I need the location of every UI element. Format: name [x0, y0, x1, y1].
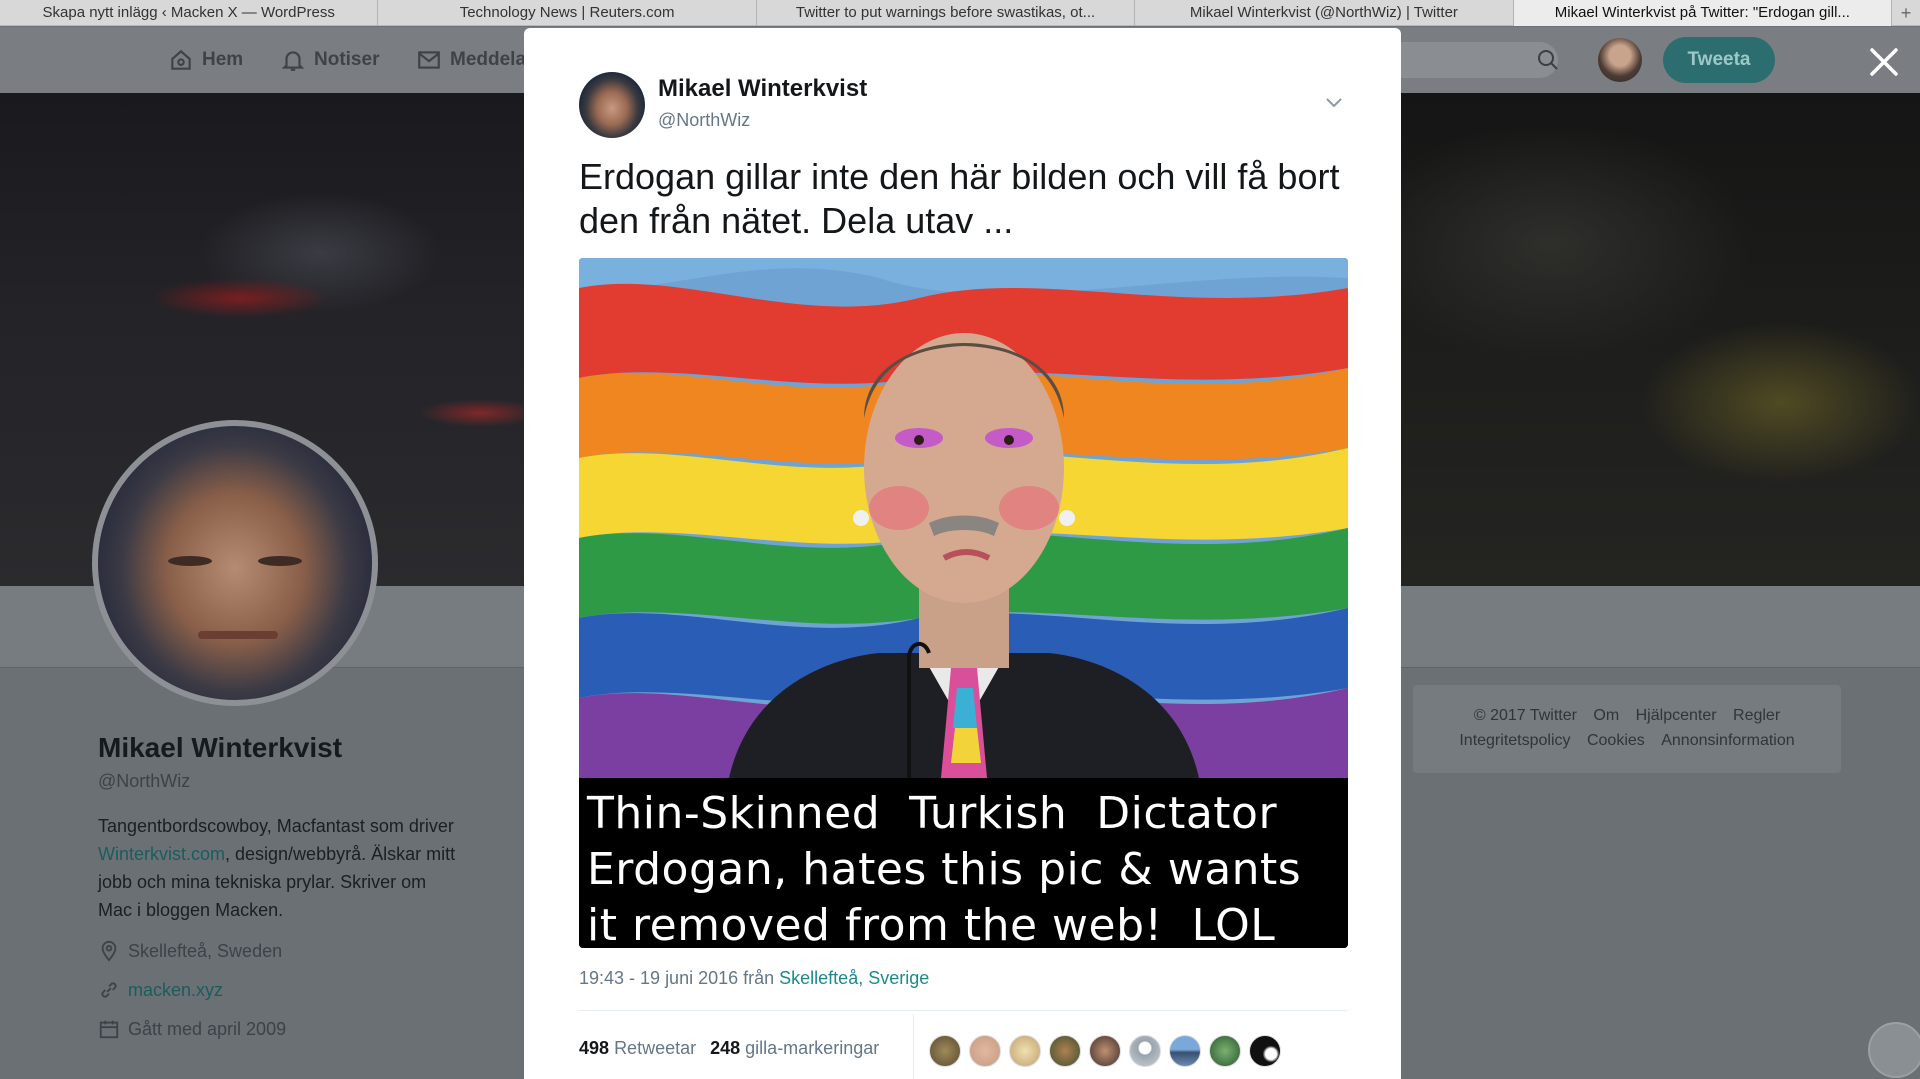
footer-link[interactable]: Integritetspolicy	[1459, 732, 1570, 749]
liker-avatar[interactable]	[1169, 1035, 1201, 1067]
browser-tab[interactable]: Mikael Winterkvist (@NorthWiz) | Twitter	[1135, 0, 1514, 26]
profile-bio-line: Mac i bloggen Macken.	[98, 900, 284, 920]
tweet-timestamp-text[interactable]: 19:43 - 19 juni 2016 från	[579, 968, 779, 988]
nav-user-avatar[interactable]	[1598, 38, 1642, 82]
location-pin-icon	[101, 940, 117, 962]
profile-handle: @NorthWiz	[98, 771, 191, 791]
nav-home[interactable]: Hem	[168, 27, 243, 93]
liker-avatar[interactable]	[1209, 1035, 1241, 1067]
footer-link[interactable]: © 2017 Twitter	[1474, 707, 1577, 724]
liker-avatar[interactable]	[929, 1035, 961, 1067]
footer-link[interactable]: Hjälpcenter	[1636, 707, 1717, 724]
tweet-timestamp: 19:43 - 19 juni 2016 från Skellefteå, Sv…	[579, 968, 929, 989]
profile-website[interactable]: macken.xyz	[98, 979, 223, 1001]
link-icon	[101, 982, 117, 998]
liker-avatar[interactable]	[1129, 1035, 1161, 1067]
profile-bio-line: Winterkvist.com, design/webbyrå. Älskar …	[98, 844, 456, 864]
image-caption: Thin-Skinned Turkish Dictator Erdogan, ha…	[579, 778, 1348, 948]
liker-avatar[interactable]	[1249, 1035, 1281, 1067]
nav-messages[interactable]: Meddela	[416, 27, 526, 93]
divider	[579, 1010, 1348, 1011]
tweet-text: Erdogan gillar inte den här bilden och v…	[579, 156, 1340, 241]
tweet-modal: Mikael Winterkvist @NorthWiz Erdogan gil…	[524, 28, 1401, 1079]
profile-banner	[1401, 93, 1920, 586]
likes-stat[interactable]: 248 gilla-markeringar	[710, 1038, 879, 1059]
tweet-author-handle[interactable]: @NorthWiz	[658, 110, 750, 131]
profile-location-text: Skellefteå, Sweden	[128, 940, 283, 961]
chevron-down-icon[interactable]	[1322, 90, 1346, 114]
tweet-author-name[interactable]: Mikael Winterkvist	[658, 75, 867, 103]
bio-link[interactable]: Winterkvist.com	[98, 844, 225, 864]
liker-avatar[interactable]	[1089, 1035, 1121, 1067]
tweet-image[interactable]: Thin-Skinned Turkish Dictator Erdogan, ha…	[579, 258, 1348, 948]
nav-home-label: Hem	[202, 49, 244, 70]
profile-website-link[interactable]: macken.xyz	[128, 980, 223, 1001]
tweet-stats: 498 Retweetar 248 gilla-markeringar	[579, 1028, 879, 1068]
profile-bio-line: jobb och mina tekniska prylar. Skriver o…	[98, 872, 427, 892]
search-input[interactable]	[1378, 42, 1558, 78]
liker-avatar[interactable]	[969, 1035, 1001, 1067]
shield-icon[interactable]	[1868, 1022, 1920, 1078]
nav-messages-label: Meddela	[450, 49, 527, 70]
profile-joined-text: Gått med april 2009	[128, 1018, 287, 1039]
tweet-button[interactable]: Tweeta	[1663, 37, 1775, 83]
footer-link[interactable]: Cookies	[1587, 732, 1645, 749]
profile-avatar[interactable]	[92, 420, 378, 706]
liker-avatar[interactable]	[1049, 1035, 1081, 1067]
close-icon[interactable]	[1868, 46, 1900, 78]
nav-notifications-label: Notiser	[314, 49, 380, 70]
profile-bio-line: Tangentbordscowboy, Macfantast som drive…	[98, 816, 454, 836]
browser-tab[interactable]: Technology News | Reuters.com	[378, 0, 757, 26]
nav-notifications[interactable]: Notiser	[280, 27, 379, 93]
footer-link[interactable]: Annonsinformation	[1661, 732, 1794, 749]
calendar-icon	[99, 1020, 119, 1039]
image-caption-line: Thin-Skinned Turkish Dictator	[587, 788, 1278, 839]
tweet-author-avatar[interactable]	[579, 72, 645, 138]
profile-name[interactable]: Mikael Winterkvist	[98, 732, 342, 764]
rainbow-flag-photo	[579, 258, 1348, 778]
divider	[913, 1014, 914, 1079]
profile-location: Skellefteå, Sweden	[98, 940, 282, 962]
likers-avatars	[929, 1035, 1281, 1067]
browser-tab[interactable]: Twitter to put warnings before swastikas…	[757, 0, 1136, 26]
liker-avatar[interactable]	[1009, 1035, 1041, 1067]
image-caption-line: it removed from the web! LOL	[587, 900, 1276, 948]
retweets-stat[interactable]: 498 Retweetar	[579, 1038, 696, 1059]
footer-links: © 2017 Twitter Om Hjälpcenter Regler Int…	[1413, 685, 1841, 773]
tweet-place-link[interactable]: Skellefteå, Sverige	[779, 968, 929, 988]
browser-tab-active[interactable]: Mikael Winterkvist på Twitter: "Erdogan …	[1513, 0, 1893, 26]
browser-tab-strip: Skapa nytt inlägg ‹ Macken X — WordPress…	[0, 0, 1920, 26]
search-icon[interactable]	[1536, 48, 1560, 72]
image-caption-line: Erdogan, hates this pic & wants	[587, 844, 1302, 895]
profile-joined: Gått med april 2009	[98, 1018, 286, 1040]
envelope-icon	[418, 51, 440, 69]
home-icon	[171, 49, 191, 70]
footer-link[interactable]: Om	[1593, 707, 1619, 724]
footer-link[interactable]: Regler	[1733, 707, 1780, 724]
browser-tab[interactable]: Skapa nytt inlägg ‹ Macken X — WordPress	[0, 0, 379, 26]
profile-bio: Tangentbordscowboy, Macfantast som drive…	[98, 812, 498, 924]
bell-icon	[281, 51, 305, 71]
new-tab-button[interactable]: +	[1892, 0, 1920, 25]
